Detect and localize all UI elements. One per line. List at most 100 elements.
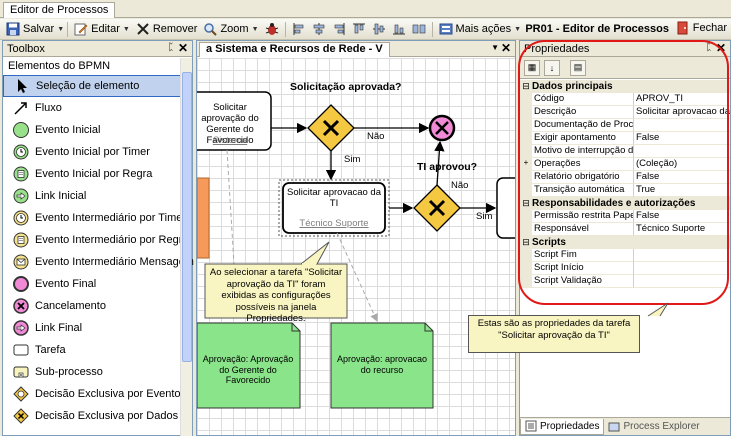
toolbox-header: Toolbox ᛈ ✕ (3, 41, 192, 57)
rule-intermediate-event-icon (13, 232, 29, 248)
toolbox-item-rule-start[interactable]: Evento Inicial por Regra (3, 163, 181, 185)
property-pages-icon[interactable]: ▤ (570, 59, 586, 76)
close-document-icon[interactable]: ✕ (501, 41, 511, 55)
diagram-canvas[interactable]: Solicitação aprovada? Solicitar aprovaçã… (197, 58, 515, 435)
property-row[interactable]: Documentação de Processo (520, 119, 730, 132)
gateway1-label: Solicitação aprovada? (290, 81, 402, 93)
category-dados-principais[interactable]: ⊟ Dados principais (520, 80, 730, 93)
save-dropdown-chevron-icon[interactable]: ▼ (57, 26, 64, 33)
remove-x-icon (136, 22, 150, 36)
collapse-icon[interactable]: ⊟ (520, 198, 532, 209)
category-responsabilidades[interactable]: ⊟ Responsabilidades e autorizações (520, 197, 730, 210)
task-icon (13, 342, 29, 358)
tab-list-chevron-icon[interactable]: ▼ (491, 43, 499, 52)
remove-button[interactable]: Remover (133, 20, 201, 39)
save-button[interactable]: Salvar (3, 20, 57, 39)
toolbox-item-data-gateway[interactable]: Decisão Exclusiva por Dados (3, 405, 181, 427)
toolbox-item-rule-intermediate[interactable]: Evento Intermediário por Regra (3, 229, 188, 251)
close-door-icon (676, 21, 690, 35)
start-event-icon (13, 122, 29, 138)
cancel-event-icon (13, 298, 29, 314)
toolbox-item-end-event[interactable]: Evento Final (3, 273, 181, 295)
pin-icon[interactable]: ᛈ (168, 42, 174, 53)
more-actions-chevron-icon: ▼ (514, 25, 522, 33)
toolbox-item-timer-intermediate[interactable]: Evento Intermediário por Timer (3, 207, 186, 229)
end-event-icon (13, 276, 29, 292)
toolbox-section-title: Elementos do BPMN (8, 60, 111, 72)
toolbox-item-flow[interactable]: Fluxo (3, 97, 181, 119)
toolbox-item-task[interactable]: Tarefa (3, 339, 181, 361)
toolbox-scrollbar[interactable] (180, 58, 192, 436)
toolbox-item-link-end[interactable]: Link Final (3, 317, 181, 339)
properties-tabstrip: Propriedades Process Explorer (520, 417, 730, 435)
timer-start-event-icon (13, 144, 29, 160)
property-row[interactable]: Transição automática True (520, 184, 730, 197)
property-row[interactable]: Permissão restrita Papel r False (520, 210, 730, 223)
toolbox-item-timer-start[interactable]: Evento Inicial por Timer (3, 141, 181, 163)
close-button[interactable]: Fechar (676, 21, 727, 35)
properties-pane: Propriedades ᛈ ✕ ▦ ↓ ▤ ⊟ Dados principais… (468, 40, 731, 436)
align-left-button[interactable] (289, 20, 309, 39)
align-bottom-icon (392, 22, 406, 36)
align-center-button[interactable] (309, 20, 329, 39)
toolbox-list: Seleção de elemento Fluxo Evento Inicial… (3, 75, 194, 427)
property-row[interactable]: Script Fim (520, 249, 730, 262)
toolbox-scrollbar-thumb[interactable] (182, 72, 192, 362)
property-row[interactable]: DescriçãoSolicitar aprovacao da TI (520, 106, 730, 119)
sort-alphabetical-icon[interactable]: ↓ (544, 59, 560, 76)
align-middle-button[interactable] (369, 20, 389, 39)
toolbar-divider (67, 21, 69, 37)
property-row[interactable]: Motivo de interrupção de (520, 145, 730, 158)
property-row[interactable]: Relatório obrigatório False (520, 171, 730, 184)
toolbox-item-link-start[interactable]: Link Inicial (3, 185, 181, 207)
categorized-view-icon[interactable]: ▦ (524, 59, 540, 76)
floppy-disk-icon (6, 22, 20, 36)
main-toolbar: Salvar ▼ Editar ▼ Remover Zoom ▼ Mais aç… (0, 19, 731, 40)
property-row[interactable]: Exigir apontamento False (520, 132, 730, 145)
align-top-button[interactable] (349, 20, 369, 39)
toolbox-item-selection[interactable]: Seleção de elemento (3, 75, 181, 97)
align-center-icon (312, 22, 326, 36)
gateway2-no-label: Não (451, 180, 469, 191)
tab-process-document[interactable]: a Sistema e Recursos de Rede - V (199, 42, 390, 57)
gateway2-label: TI aprovou? (417, 161, 478, 173)
align-bottom-button[interactable] (389, 20, 409, 39)
edit-button[interactable]: Editar ▼ (71, 20, 133, 39)
same-size-button[interactable] (409, 20, 429, 39)
collapse-icon[interactable]: ⊟ (520, 81, 532, 92)
align-left-icon (292, 22, 306, 36)
pool-fragment (197, 177, 210, 259)
data-gateway-icon (13, 408, 29, 424)
window-tabstrip: Editor de Processos (0, 0, 731, 18)
property-row[interactable]: Código APROV_TI (520, 93, 730, 106)
bug-icon (265, 22, 279, 36)
window-title: PR01 - Editor de Processos (525, 23, 669, 35)
tip-callout-pointer (300, 241, 330, 265)
property-row[interactable]: + Operações (Coleção) (520, 158, 730, 171)
property-grid: ⊟ Dados principais Código APROV_TI Descriç… (520, 80, 730, 288)
zoom-button[interactable]: Zoom ▼ (200, 20, 261, 39)
toolbox-item-event-gateway[interactable]: Decisão Exclusiva por Evento (3, 383, 181, 405)
property-row[interactable]: Responsável Técnico Suporte (520, 223, 730, 236)
expand-icon[interactable]: + (520, 158, 532, 171)
toolbox-item-subprocess[interactable]: Sub-processo (3, 361, 181, 383)
debug-bug-button[interactable] (262, 20, 282, 39)
align-right-button[interactable] (329, 20, 349, 39)
tab-editor-de-processos[interactable]: Editor de Processos (3, 2, 116, 18)
toolbox-item-cancel[interactable]: Cancelamento (3, 295, 181, 317)
close-icon[interactable]: ✕ (178, 41, 188, 55)
tab-propriedades[interactable]: Propriedades (520, 418, 605, 435)
toolbox-item-message-intermediate[interactable]: Evento Intermediário Mensagem (3, 251, 194, 273)
collapse-icon[interactable]: ⊟ (520, 237, 532, 248)
pin-icon[interactable]: ᛈ (706, 42, 712, 53)
category-scripts[interactable]: ⊟ Scripts (520, 236, 730, 249)
toolbox-item-start-event[interactable]: Evento Inicial (3, 119, 181, 141)
note2-text: Aprovação: aprovacao do recurso (336, 354, 428, 375)
task-fragment-right[interactable] (496, 177, 515, 239)
property-row[interactable]: Script Validação (520, 275, 730, 288)
more-actions-button[interactable]: Mais ações ▼ (436, 20, 525, 39)
tab-process-explorer[interactable]: Process Explorer (604, 419, 703, 435)
flow-arrow-icon (13, 100, 29, 116)
close-icon[interactable]: ✕ (716, 41, 726, 55)
property-row[interactable]: Script Início (520, 262, 730, 275)
